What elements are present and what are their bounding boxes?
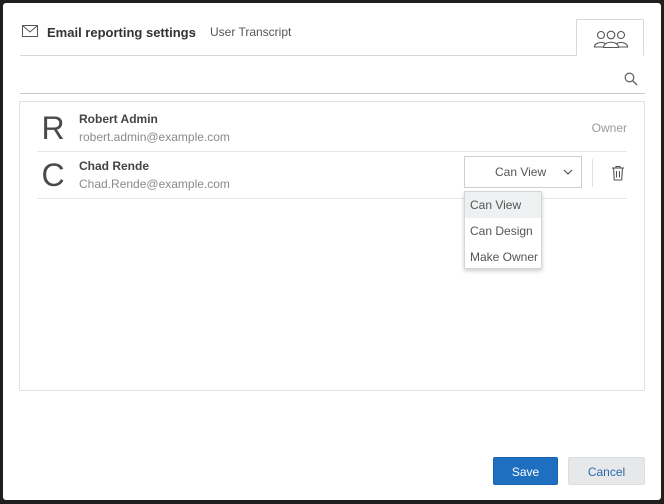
menu-item-can-design[interactable]: Can Design	[465, 218, 541, 244]
dialog-title: Email reporting settings	[47, 25, 196, 40]
user-name: Robert Admin	[79, 112, 158, 126]
menu-item-make-owner[interactable]: Make Owner	[465, 244, 541, 270]
search-input[interactable]	[20, 67, 615, 91]
cancel-button[interactable]: Cancel	[568, 457, 645, 485]
trash-icon[interactable]	[611, 165, 625, 181]
permission-value: Can View	[495, 165, 547, 179]
permission-select[interactable]: Can View	[464, 156, 582, 188]
dialog-header: Email reporting settings - User Transcri…	[20, 3, 580, 56]
user-row: R Robert Admin robert.admin@example.com …	[37, 104, 627, 152]
sharing-dialog: Email reporting settings - User Transcri…	[3, 3, 661, 500]
search-icon[interactable]	[624, 72, 638, 86]
chevron-down-icon	[563, 169, 573, 175]
divider	[592, 159, 593, 187]
users-tab[interactable]	[576, 19, 644, 56]
title-separator: -	[192, 25, 196, 39]
users-group-icon	[593, 30, 629, 49]
user-list: R Robert Admin robert.admin@example.com …	[19, 101, 645, 391]
permission-menu: Can View Can Design Make Owner	[464, 191, 542, 269]
menu-item-can-view[interactable]: Can View	[465, 192, 541, 218]
user-name: Chad Rende	[79, 159, 150, 173]
avatar: C	[41, 157, 65, 193]
owner-label: Owner	[591, 121, 627, 135]
user-email: Chad.Rende@example.com	[79, 177, 230, 191]
envelope-icon	[22, 25, 38, 37]
save-button[interactable]: Save	[493, 457, 558, 485]
avatar: R	[41, 110, 65, 146]
search-row	[20, 67, 645, 94]
dialog-subtitle: User Transcript	[210, 25, 292, 39]
user-email: robert.admin@example.com	[79, 130, 230, 144]
